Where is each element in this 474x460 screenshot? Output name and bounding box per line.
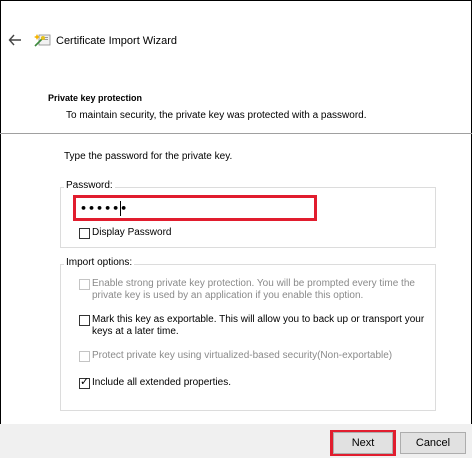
extended-properties-checkbox[interactable]: ✓	[79, 376, 90, 389]
page-header: Private key protection To maintain secur…	[48, 93, 367, 121]
mark-exportable-checkbox[interactable]	[79, 315, 90, 326]
back-arrow-icon[interactable]	[8, 33, 22, 47]
text-caret	[120, 201, 121, 216]
virtualized-security-checkbox[interactable]	[79, 351, 90, 362]
certificate-wizard-icon	[34, 32, 52, 48]
strong-protection-label[interactable]: Enable strong private key protection. Yo…	[92, 278, 422, 302]
password-group-label: Password:	[64, 180, 115, 191]
strong-protection-checkbox[interactable]	[79, 279, 90, 290]
header-divider	[0, 133, 472, 134]
display-password-checkbox[interactable]	[79, 228, 90, 239]
checkmark-icon: ✓	[80, 376, 90, 388]
display-password-label[interactable]: Display Password	[92, 227, 171, 239]
page-subheading: To maintain security, the private key wa…	[66, 110, 367, 121]
cancel-button[interactable]: Cancel	[400, 432, 466, 454]
mark-exportable-label[interactable]: Mark this key as exportable. This will a…	[92, 314, 428, 338]
window-title: Certificate Import Wizard	[56, 35, 178, 47]
password-field[interactable]	[73, 195, 317, 221]
next-button[interactable]: Next	[333, 432, 393, 454]
instruction-text: Type the password for the private key.	[64, 151, 233, 162]
password-input[interactable]	[80, 201, 300, 215]
import-options-label: Import options:	[64, 257, 135, 268]
extended-properties-label[interactable]: Include all extended properties.	[92, 377, 231, 389]
page-heading: Private key protection	[48, 93, 143, 103]
virtualized-security-label[interactable]: Protect private key using virtualized-ba…	[92, 350, 422, 362]
